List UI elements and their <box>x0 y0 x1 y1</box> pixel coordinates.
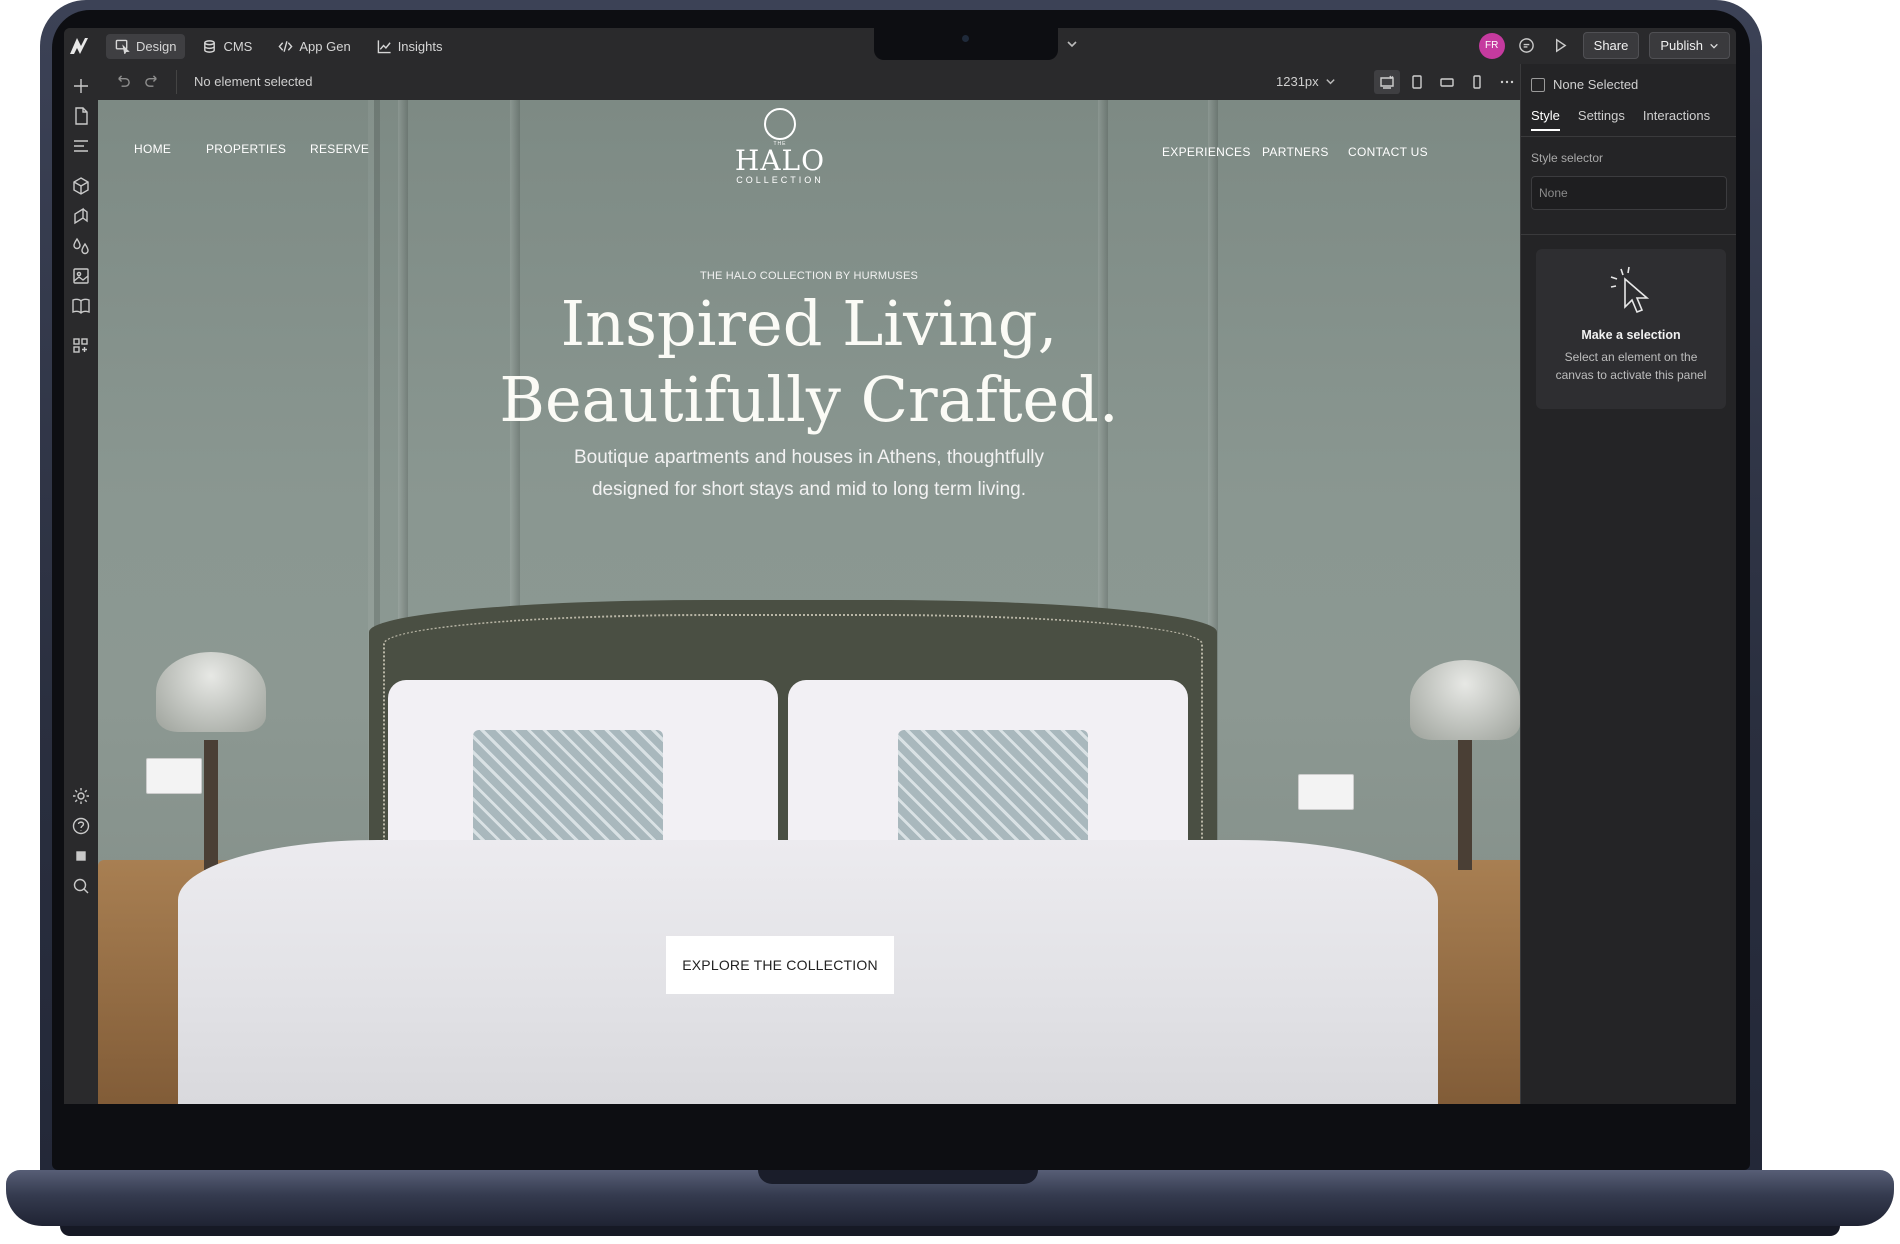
tab-interactions[interactable]: Interactions <box>1643 108 1710 131</box>
style-selector-label: Style selector <box>1531 151 1604 165</box>
divider <box>176 70 177 94</box>
publish-label: Publish <box>1660 38 1703 53</box>
left-rail <box>64 64 99 1104</box>
tablet-breakpoint-icon[interactable] <box>1404 70 1430 94</box>
publish-button[interactable]: Publish <box>1649 32 1730 59</box>
logo-icon <box>70 38 88 54</box>
settings-gear-icon[interactable] <box>71 786 91 806</box>
hero-subtext: Boutique apartments and houses in Athens… <box>98 442 1520 506</box>
tab-label: Insights <box>397 38 443 54</box>
tab-label: Design <box>136 38 177 54</box>
panel-tabs: Style Settings Interactions <box>1531 108 1710 131</box>
laptop-opening-lip <box>758 1170 1038 1184</box>
chart-icon <box>377 39 391 53</box>
variables-icon[interactable] <box>71 206 91 226</box>
nav-properties[interactable]: PROPERTIES <box>206 142 286 156</box>
canvas-toolbar: No element selected 1231px <box>98 64 1520 101</box>
styles-drops-icon[interactable] <box>71 236 91 256</box>
chevron-down-icon <box>1710 43 1718 49</box>
headline-line-1: Inspired Living, <box>560 287 1058 360</box>
more-icon[interactable] <box>1494 70 1520 94</box>
card-text: Select an element on the canvas to activ… <box>1555 350 1707 382</box>
redo-icon[interactable] <box>144 73 161 93</box>
app-screen: Design CMS App Gen Insights FR Share Pub… <box>64 28 1736 1104</box>
style-selector-input[interactable]: None <box>1531 176 1727 210</box>
share-button[interactable]: Share <box>1582 32 1640 59</box>
nav-partners[interactable]: PARTNERS <box>1262 145 1329 159</box>
apps-icon[interactable] <box>71 336 91 356</box>
navigator-icon[interactable] <box>71 136 91 156</box>
breakpoint-select[interactable]: 1231px <box>1276 74 1336 89</box>
halo-ring-icon <box>764 108 796 140</box>
avatar[interactable]: FR <box>1478 32 1505 59</box>
preview-play-icon[interactable] <box>1549 34 1573 58</box>
brand-sub: COLLECTION <box>736 175 824 185</box>
wall-socket <box>1298 774 1354 810</box>
hero-headline: Inspired Living, Beautifully Crafted. <box>98 286 1520 438</box>
lamp-right-shade <box>1410 660 1520 740</box>
chevron-down-icon[interactable] <box>1066 38 1078 53</box>
comment-icon[interactable] <box>1515 34 1539 58</box>
help-icon[interactable] <box>71 816 91 836</box>
undo-icon[interactable] <box>114 73 131 93</box>
tab-style[interactable]: Style <box>1531 108 1560 131</box>
chevron-down-icon <box>1325 79 1335 85</box>
explore-collection-button[interactable]: EXPLORE THE COLLECTION <box>666 936 894 994</box>
laptop-base-foot <box>60 1226 1840 1236</box>
pages-icon[interactable] <box>71 106 91 126</box>
cursor-square-icon <box>115 39 130 54</box>
divider <box>1521 234 1736 235</box>
lamp-left-shade <box>156 652 266 732</box>
selection-header: None Selected <box>1531 77 1638 92</box>
tab-label: App Gen <box>299 38 351 54</box>
code-icon <box>278 40 293 52</box>
laptop-base <box>0 1162 1900 1244</box>
design-canvas[interactable]: HOME PROPERTIES RESERVE EXPERIENCES PART… <box>98 100 1520 1104</box>
tab-design[interactable]: Design <box>106 33 186 59</box>
lamp-left <box>204 740 218 870</box>
camera-notch <box>874 28 1058 60</box>
tab-label: CMS <box>223 38 253 54</box>
tab-insights[interactable]: Insights <box>368 34 452 59</box>
wall-socket <box>146 758 202 794</box>
mobile-portrait-icon[interactable] <box>1464 70 1490 94</box>
style-panel: None Selected Style Settings Interaction… <box>1520 64 1736 1104</box>
share-label: Share <box>1593 38 1629 53</box>
hero-eyebrow: THE HALO COLLECTION BY HURMUSES <box>699 270 919 282</box>
nav-reserve[interactable]: RESERVE <box>310 142 369 156</box>
selection-status: No element selected <box>194 74 313 89</box>
tab-app-gen[interactable]: App Gen <box>269 34 359 59</box>
nav-home[interactable]: HOME <box>134 142 171 156</box>
selection-checkbox[interactable] <box>1531 77 1545 92</box>
search-icon[interactable] <box>71 876 91 896</box>
tab-cms[interactable]: CMS <box>193 34 261 59</box>
assets-image-icon[interactable] <box>71 266 91 286</box>
components-icon[interactable] <box>71 176 91 196</box>
brand-name: HALO <box>734 144 826 177</box>
pointer-cursor-icon <box>1610 266 1650 314</box>
stop-square-icon[interactable] <box>71 846 91 866</box>
breakpoint-value: 1231px <box>1276 74 1319 89</box>
database-icon <box>204 39 216 53</box>
divider <box>1521 136 1736 137</box>
nav-contact-us[interactable]: CONTACT US <box>1348 145 1428 159</box>
desktop-breakpoint-icon[interactable] <box>1374 70 1400 94</box>
subtext-line-2: designed for short stays and mid to long… <box>591 479 1027 500</box>
headline-line-2: Beautifully Crafted. <box>499 363 1119 436</box>
nav-experiences[interactable]: EXPERIENCES <box>1162 145 1251 159</box>
tab-settings[interactable]: Settings <box>1578 108 1625 131</box>
card-title: Make a selection <box>1581 328 1681 342</box>
brand-logo[interactable]: THE HALO COLLECTION <box>728 108 832 185</box>
lamp-right <box>1458 740 1472 870</box>
selection-label: None Selected <box>1553 77 1639 92</box>
add-icon[interactable] <box>71 76 91 96</box>
mobile-landscape-icon[interactable] <box>1434 70 1460 94</box>
subtext-line-1: Boutique apartments and houses in Athens… <box>573 447 1045 468</box>
empty-selection-card: Make a selection Select an element on th… <box>1536 249 1726 409</box>
library-book-icon[interactable] <box>71 296 91 316</box>
